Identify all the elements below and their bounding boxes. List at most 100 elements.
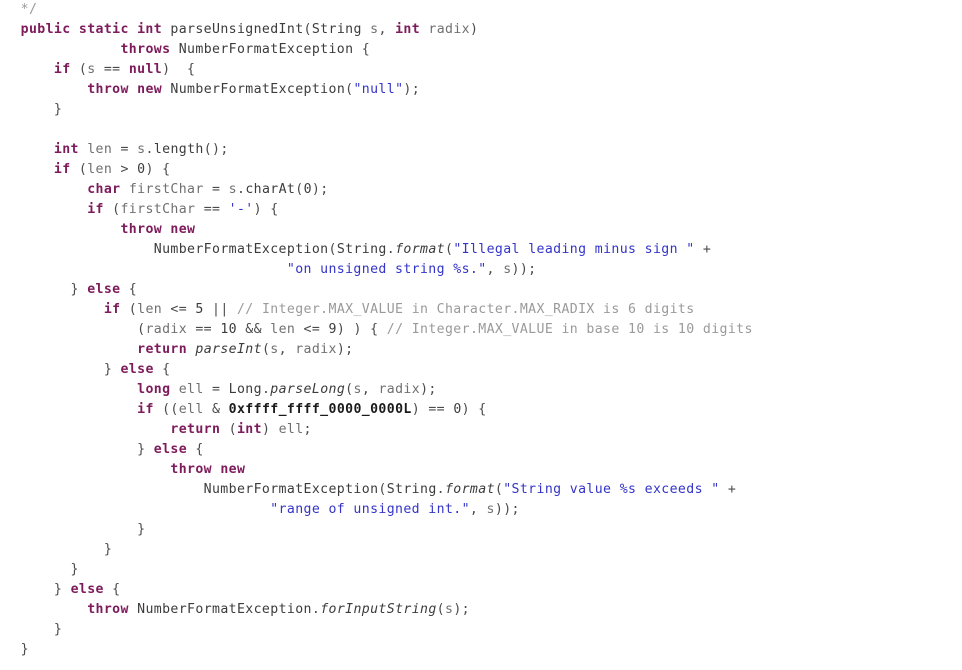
code-token-cmt: // Integer.MAX_VALUE in base 10 is 10 di…	[386, 322, 753, 337]
code-token-pun: }	[4, 362, 121, 377]
code-token-id: ell	[278, 422, 304, 437]
code-token-pun	[4, 162, 54, 177]
code-token-pun: &&	[236, 322, 271, 337]
code-token-pun: =	[112, 142, 138, 157]
code-token-pun: ,	[469, 502, 487, 517]
code-listing: */ public static int parseUnsignedInt(St…	[0, 0, 962, 670]
code-line: } else {	[0, 360, 962, 380]
code-token-pun	[4, 602, 87, 617]
code-token-pun: }	[4, 102, 63, 117]
code-token-pun: ==	[187, 322, 221, 337]
code-token-pun: (	[120, 302, 138, 317]
code-token-str: "Illegal leading minus sign "	[453, 242, 695, 257]
code-token-typ: length	[153, 142, 204, 157]
code-token-id: radix	[295, 342, 337, 357]
code-token-kw: char	[87, 182, 121, 197]
code-token-pun	[4, 422, 170, 437]
code-token-pun	[362, 22, 370, 37]
code-token-pun	[4, 502, 270, 517]
code-token-id: firstChar	[128, 182, 204, 197]
code-line: NumberFormatException(String.format("Ill…	[0, 240, 962, 260]
code-token-pun: (	[328, 242, 337, 257]
code-token-pun: ();	[203, 142, 229, 157]
code-token-pun	[4, 42, 120, 57]
code-token-typ: String	[336, 242, 387, 257]
code-token-pun: );	[453, 602, 470, 617]
code-token-pun: ));	[494, 502, 520, 517]
code-token-pun: =	[203, 182, 229, 197]
code-token-pun: ;	[303, 422, 312, 437]
code-token-pun: }	[4, 582, 71, 597]
code-token-pun	[4, 482, 204, 497]
code-token-id: radix	[378, 382, 421, 397]
code-token-id: ell	[178, 402, 204, 417]
code-line: "on unsigned string %s.", s));	[0, 260, 962, 280]
code-line: "range of unsigned int.", s));	[0, 500, 962, 520]
code-token-kw: int	[53, 142, 79, 157]
code-token-kw: if	[137, 402, 154, 417]
code-token-pun: ));	[511, 262, 537, 277]
code-token-kw: if	[53, 162, 71, 177]
code-token-pun	[4, 302, 104, 317]
code-token-pun: ||	[203, 302, 237, 317]
code-line: }	[0, 560, 962, 580]
code-line: if (len <= 5 || // Integer.MAX_VALUE in …	[0, 300, 962, 320]
code-token-kw: if	[87, 202, 104, 217]
code-token-typ: parseUnsignedInt	[170, 22, 304, 37]
code-token-id: s	[486, 502, 495, 517]
code-token-pun: {	[353, 42, 371, 57]
code-token-typ: NumberFormatException	[153, 242, 329, 257]
code-token-pun	[170, 42, 178, 57]
code-token-id: len	[137, 302, 163, 317]
code-line: return (int) ell;	[0, 420, 962, 440]
code-token-kw: throw new	[170, 462, 246, 477]
code-token-pun	[170, 382, 178, 397]
code-token-pun	[4, 262, 287, 277]
code-token-pun: );	[336, 342, 354, 357]
code-token-id: s	[228, 182, 237, 197]
code-token-pun: <=	[162, 302, 196, 317]
code-token-str: "null"	[353, 82, 404, 97]
code-line: } else {	[0, 440, 962, 460]
code-token-pun: );	[403, 82, 421, 97]
code-token-kw: else	[70, 582, 104, 597]
code-token-num: 10	[220, 322, 237, 337]
code-token-pun	[4, 2, 21, 17]
code-line: return parseInt(s, radix);	[0, 340, 962, 360]
code-token-typ: String	[386, 482, 437, 497]
code-token-num: 9	[328, 322, 337, 337]
code-line: if (firstChar == '-') {	[0, 200, 962, 220]
code-token-pun	[4, 22, 21, 37]
code-line: if ((ell & 0xffff_ffff_0000_0000L) == 0)…	[0, 400, 962, 420]
code-line: NumberFormatException(String.format("Str…	[0, 480, 962, 500]
code-line: }	[0, 620, 962, 640]
code-token-pun: {	[153, 362, 171, 377]
code-token-id: radix	[145, 322, 188, 337]
code-token-pun: }	[4, 542, 113, 557]
code-token-mth: format	[395, 242, 445, 257]
code-token-id: radix	[428, 22, 470, 37]
code-line: throws NumberFormatException {	[0, 40, 962, 60]
code-token-kw: else	[153, 442, 188, 457]
code-token-typ: NumberFormatException	[203, 482, 379, 497]
code-token-pun: )	[261, 422, 279, 437]
code-line: throw new	[0, 460, 962, 480]
code-token-kw: int	[236, 422, 262, 437]
code-token-kw: else	[87, 282, 121, 297]
code-token-pun: }	[4, 562, 79, 577]
code-token-pun: .	[311, 602, 321, 617]
code-token-pun: (	[436, 602, 445, 617]
code-token-pun	[4, 242, 154, 257]
code-token-pun: .	[386, 242, 396, 257]
code-token-kw: throws	[120, 42, 171, 57]
code-token-pun: ) {	[253, 202, 279, 217]
code-line: char firstChar = s.charAt(0);	[0, 180, 962, 200]
code-token-kw: if	[103, 302, 121, 317]
code-token-pun	[4, 142, 54, 157]
code-token-pun: =	[203, 382, 229, 397]
code-token-typ: NumberFormatException	[170, 82, 346, 97]
code-token-pun: &	[203, 402, 229, 417]
code-line: } else {	[0, 280, 962, 300]
code-token-id: firstChar	[120, 202, 196, 217]
